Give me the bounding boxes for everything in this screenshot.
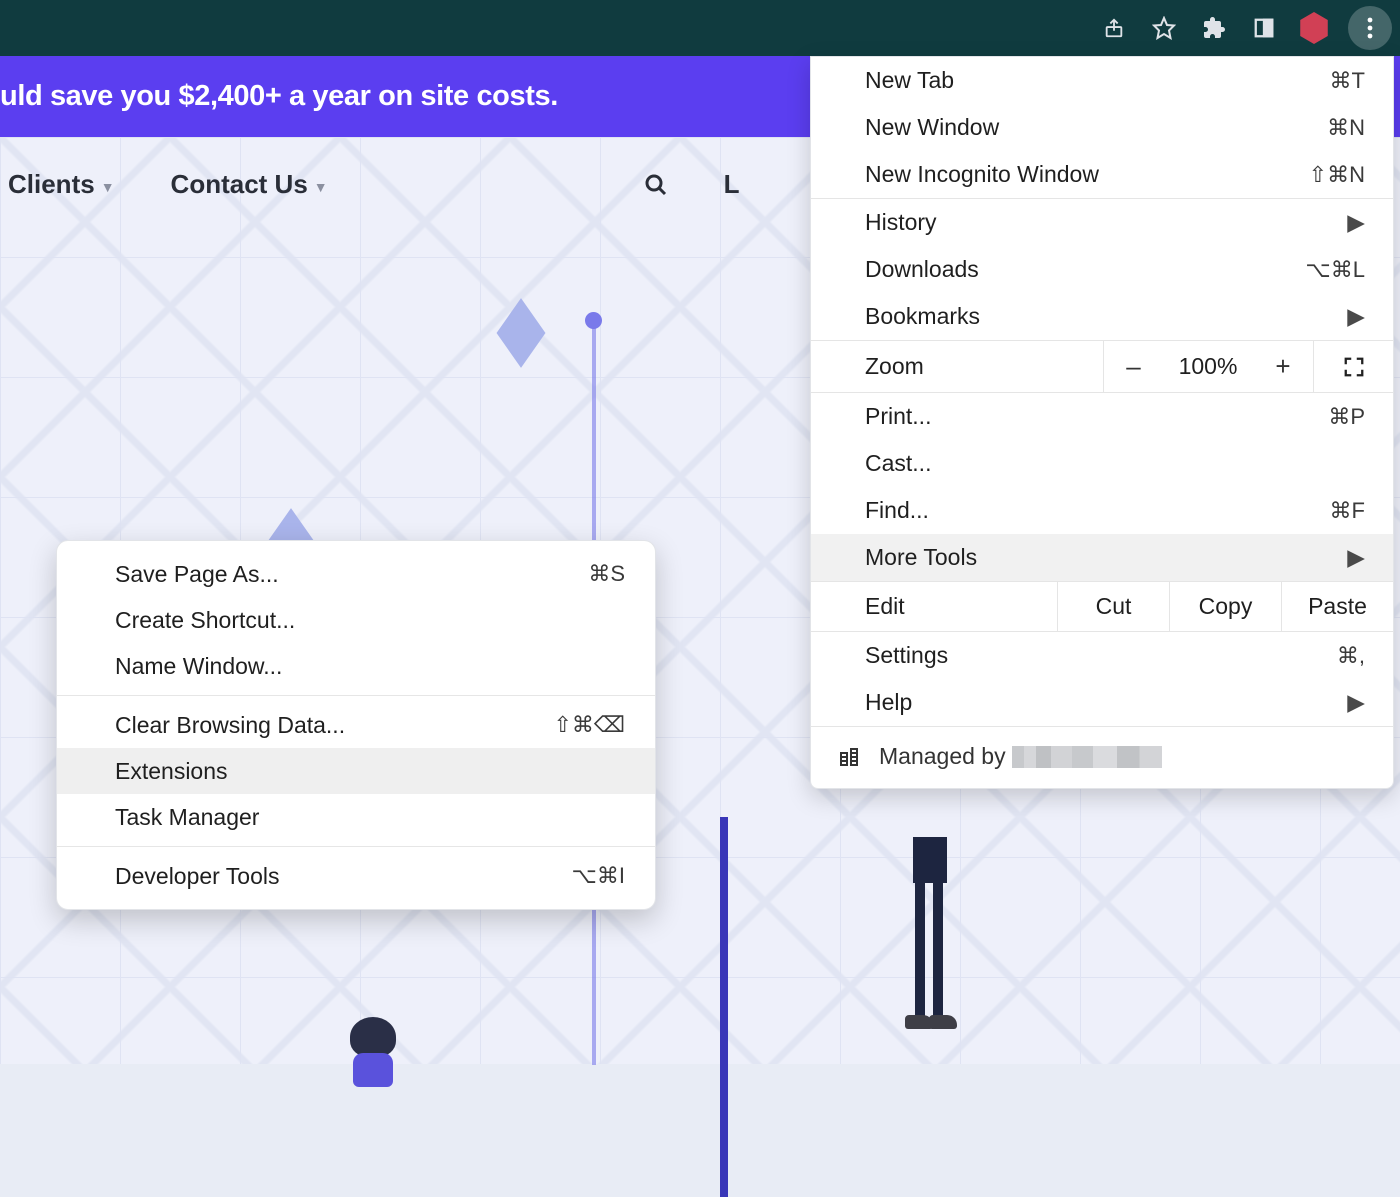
submenu-extensions[interactable]: Extensions [57, 748, 655, 794]
menu-managed-by[interactable]: Managed by [811, 727, 1393, 788]
submenu-label: Name Window... [115, 653, 282, 680]
menu-new-tab[interactable]: New Tab ⌘T [811, 57, 1393, 104]
menu-cast[interactable]: Cast... [811, 440, 1393, 487]
fullscreen-button[interactable] [1313, 341, 1393, 392]
menu-label: Settings [865, 642, 948, 669]
menu-bookmarks[interactable]: Bookmarks ▶ [811, 293, 1393, 340]
submenu-task-manager[interactable]: Task Manager [57, 794, 655, 840]
managed-org-redacted [1012, 746, 1162, 768]
submenu-label: Extensions [115, 758, 228, 785]
nav-search[interactable] [644, 173, 668, 197]
submenu-divider [57, 846, 655, 847]
submenu-divider [57, 695, 655, 696]
menu-help[interactable]: Help ▶ [811, 679, 1393, 726]
nav-clients[interactable]: Clients ▼ [8, 169, 115, 200]
menu-shortcut: ⌘T [1330, 68, 1365, 94]
menu-more-tools[interactable]: More Tools ▶ [811, 534, 1393, 581]
chevron-right-icon: ▶ [1347, 689, 1365, 716]
building-icon [837, 745, 861, 769]
browser-toolbar [0, 0, 1400, 56]
nav-partial[interactable]: L [724, 169, 740, 200]
submenu-create-shortcut[interactable]: Create Shortcut... [57, 597, 655, 643]
menu-label: New Incognito Window [865, 161, 1099, 188]
menu-label: Cast... [865, 450, 931, 477]
decoration [497, 298, 546, 368]
menu-shortcut: ⌘N [1327, 115, 1365, 141]
decoration [720, 817, 728, 1197]
nav-contact[interactable]: Contact Us ▼ [171, 169, 328, 200]
more-tools-submenu: Save Page As... ⌘S Create Shortcut... Na… [56, 540, 656, 910]
submenu-label: Clear Browsing Data... [115, 712, 345, 739]
menu-shortcut: ⌥⌘L [1305, 257, 1365, 283]
menu-label: History [865, 209, 937, 236]
menu-history[interactable]: History ▶ [811, 199, 1393, 246]
extensions-icon[interactable] [1198, 12, 1230, 44]
submenu-clear-browsing[interactable]: Clear Browsing Data... ⇧⌘⌫ [57, 702, 655, 748]
edit-cut-button[interactable]: Cut [1057, 582, 1169, 631]
chevron-down-icon: ▼ [314, 179, 328, 195]
submenu-label: Task Manager [115, 804, 259, 831]
promo-banner-text: uld save you $2,400+ a year on site cost… [0, 80, 558, 112]
menu-label: Zoom [811, 353, 1103, 380]
menu-shortcut: ⌘P [1328, 404, 1365, 430]
menu-label: New Tab [865, 67, 954, 94]
nav-partial-label: L [724, 169, 740, 200]
menu-edit-row: Edit Cut Copy Paste [811, 582, 1393, 632]
chevron-right-icon: ▶ [1347, 209, 1365, 236]
submenu-name-window[interactable]: Name Window... [57, 643, 655, 689]
menu-label: New Window [865, 114, 999, 141]
menu-find[interactable]: Find... ⌘F [811, 487, 1393, 534]
menu-shortcut: ⇧⌘N [1309, 162, 1365, 188]
submenu-shortcut: ⌘S [588, 561, 625, 587]
menu-label: Bookmarks [865, 303, 980, 330]
menu-downloads[interactable]: Downloads ⌥⌘L [811, 246, 1393, 293]
submenu-label: Developer Tools [115, 863, 280, 890]
managed-prefix: Managed by [879, 743, 1006, 770]
menu-label: Find... [865, 497, 929, 524]
menu-label: Edit [811, 593, 1057, 620]
menu-new-window[interactable]: New Window ⌘N [811, 104, 1393, 151]
more-menu-button[interactable] [1348, 6, 1392, 50]
edit-paste-button[interactable]: Paste [1281, 582, 1393, 631]
submenu-developer-tools[interactable]: Developer Tools ⌥⌘I [57, 853, 655, 899]
profile-avatar[interactable] [1298, 12, 1330, 44]
submenu-shortcut: ⌥⌘I [572, 863, 625, 889]
share-icon[interactable] [1098, 12, 1130, 44]
zoom-value: 100% [1163, 353, 1253, 380]
zoom-in-button[interactable]: + [1253, 341, 1313, 392]
menu-label: More Tools [865, 544, 977, 571]
edit-copy-button[interactable]: Copy [1169, 582, 1281, 631]
nav-contact-label: Contact Us [171, 169, 308, 200]
menu-label: Print... [865, 403, 931, 430]
chrome-menu: New Tab ⌘T New Window ⌘N New Incognito W… [810, 56, 1394, 789]
menu-print[interactable]: Print... ⌘P [811, 393, 1393, 440]
menu-label: Help [865, 689, 912, 716]
submenu-save-page[interactable]: Save Page As... ⌘S [57, 551, 655, 597]
illustration-person [350, 1017, 396, 1087]
zoom-out-button[interactable]: – [1103, 341, 1163, 392]
star-icon[interactable] [1148, 12, 1180, 44]
submenu-label: Create Shortcut... [115, 607, 295, 634]
chevron-down-icon: ▼ [101, 179, 115, 195]
nav-clients-label: Clients [8, 169, 95, 200]
menu-zoom: Zoom – 100% + [811, 341, 1393, 393]
menu-shortcut: ⌘F [1330, 498, 1365, 524]
menu-shortcut: ⌘, [1337, 643, 1365, 669]
fullscreen-icon [1343, 356, 1365, 378]
submenu-label: Save Page As... [115, 561, 279, 588]
panel-icon[interactable] [1248, 12, 1280, 44]
menu-label: Downloads [865, 256, 979, 283]
menu-settings[interactable]: Settings ⌘, [811, 632, 1393, 679]
chevron-right-icon: ▶ [1347, 303, 1365, 330]
submenu-shortcut: ⇧⌘⌫ [553, 712, 625, 738]
search-icon [644, 173, 668, 197]
menu-new-incognito[interactable]: New Incognito Window ⇧⌘N [811, 151, 1393, 198]
chevron-right-icon: ▶ [1347, 544, 1365, 571]
illustration-person [895, 837, 965, 1037]
